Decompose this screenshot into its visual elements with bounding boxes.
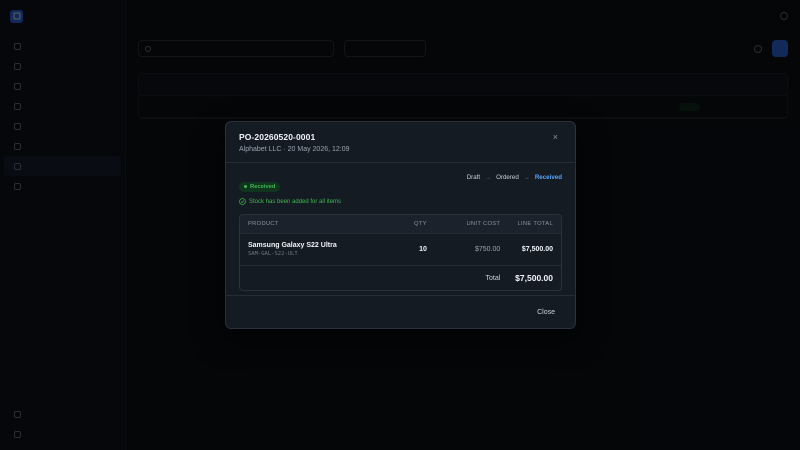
arrow-right-icon: →: [485, 174, 492, 181]
product-sku: SAM-GAL-S22-ULT: [248, 251, 298, 257]
step-ordered: Ordered: [496, 174, 519, 181]
unit-cost-cell: $750.00: [474, 246, 501, 253]
header-product: PRODUCT: [248, 221, 279, 227]
status-badge-label: Received: [250, 183, 276, 190]
header-line-total: LINE TOTAL: [517, 221, 553, 227]
product-name: Samsung Galaxy S22 Ultra: [248, 242, 337, 249]
product-cell: Samsung Galaxy S22 Ultra SAM-GAL-S22-ULT: [248, 242, 385, 257]
stock-note: Stock has been added for all items: [239, 198, 562, 205]
status-badge: Received: [239, 181, 281, 192]
close-button[interactable]: Close: [537, 309, 555, 316]
items-table: PRODUCT QTY UNIT COST LINE TOTAL Samsung…: [239, 214, 562, 291]
modal-header: PO-20260520-0001 Alphabet LLC · 20 May 2…: [226, 122, 575, 163]
line-total-cell: $7,500.00: [521, 246, 553, 253]
header-unit-cost: UNIT COST: [466, 221, 501, 227]
arrow-right-icon: →: [523, 174, 530, 181]
modal-title: PO-20260520-0001: [239, 132, 316, 142]
total-row: Total $7,500.00: [240, 266, 561, 290]
modal-footer: Close: [226, 295, 575, 328]
status-steps: Draft → Ordered → Received: [467, 174, 562, 181]
status-dot-icon: [244, 185, 247, 188]
total-value: $7,500.00: [515, 273, 553, 283]
total-label: Total: [485, 274, 501, 282]
modal-body: Received Stock has been added for all it…: [226, 163, 575, 291]
close-icon[interactable]: ×: [553, 133, 558, 142]
header-qty: QTY: [414, 221, 427, 227]
check-circle-icon: [239, 198, 246, 205]
step-draft: Draft: [466, 174, 481, 181]
items-table-header: PRODUCT QTY UNIT COST LINE TOTAL: [240, 215, 561, 234]
table-row: Samsung Galaxy S22 Ultra SAM-GAL-S22-ULT…: [240, 234, 561, 266]
stock-note-text: Stock has been added for all items: [249, 198, 342, 205]
modal-subtitle: Alphabet LLC · 20 May 2026, 12:09: [239, 146, 350, 153]
qty-cell: 10: [419, 246, 427, 253]
step-received: Received: [534, 174, 562, 181]
purchase-order-modal: PO-20260520-0001 Alphabet LLC · 20 May 2…: [225, 121, 576, 329]
